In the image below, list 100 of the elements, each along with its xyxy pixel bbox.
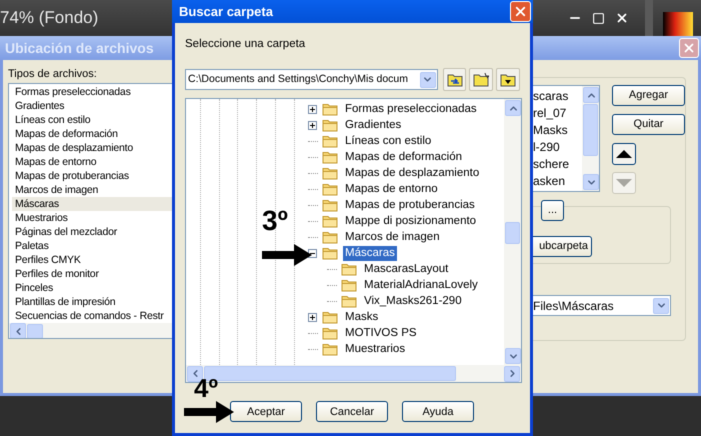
folder-icon bbox=[322, 230, 338, 244]
folder-icon bbox=[341, 278, 357, 292]
list-item[interactable]: rel_07 bbox=[533, 105, 582, 122]
folder-icon bbox=[322, 326, 338, 340]
tree-item[interactable]: Máscaras bbox=[343, 246, 397, 261]
triangle-down-icon bbox=[616, 179, 632, 187]
folder-icon bbox=[322, 310, 338, 324]
tree-item[interactable]: Mapas de protuberancias bbox=[343, 198, 477, 213]
tree-item[interactable]: MOTIVOS PS bbox=[343, 326, 419, 341]
folder-icon bbox=[322, 102, 338, 116]
tree-item[interactable]: MascarasLayout bbox=[362, 262, 450, 277]
folder-icon bbox=[322, 198, 338, 212]
tree-item[interactable]: Formas preseleccionadas bbox=[343, 102, 479, 117]
dialog-button[interactable]: Cancelar bbox=[316, 401, 388, 422]
scrollbar-thumb[interactable] bbox=[583, 104, 598, 156]
list-item[interactable]: Mapas de deformación bbox=[12, 127, 172, 141]
list-item[interactable]: Gradientes bbox=[12, 99, 172, 113]
list-item[interactable]: Mapas de entorno bbox=[12, 155, 172, 169]
close-button[interactable] bbox=[510, 1, 531, 22]
folder-icon bbox=[341, 294, 357, 308]
list-item[interactable]: asken bbox=[533, 173, 582, 190]
tree-item[interactable]: Mappe di posizionamento bbox=[343, 214, 478, 229]
tree-item[interactable]: Masks bbox=[343, 310, 380, 325]
tree-item[interactable]: Muestrarios bbox=[343, 342, 408, 357]
list-item[interactable]: Masks bbox=[533, 122, 582, 139]
color-picker[interactable] bbox=[663, 12, 693, 36]
folder-icon bbox=[341, 262, 357, 276]
scrollbar-thumb[interactable] bbox=[27, 324, 43, 338]
remove-button[interactable]: Quitar bbox=[612, 114, 685, 135]
list-item[interactable]: Perfiles CMYK bbox=[12, 253, 172, 267]
tree-item[interactable]: Mapas de deformación bbox=[343, 150, 464, 165]
arrow-icon bbox=[184, 401, 234, 423]
list-item[interactable]: Páginas del mezclador bbox=[12, 225, 172, 239]
folder-icon bbox=[322, 118, 338, 132]
dialog-title: Ubicación de archivos bbox=[5, 38, 154, 58]
step-label: 4º bbox=[194, 374, 218, 402]
add-button[interactable]: Agregar bbox=[612, 85, 685, 106]
dialog-button[interactable]: Ayuda bbox=[402, 401, 474, 422]
folder-icon bbox=[322, 182, 338, 196]
expand-icon[interactable] bbox=[308, 120, 317, 130]
move-up-button[interactable] bbox=[612, 143, 636, 165]
expand-icon[interactable] bbox=[308, 104, 317, 114]
list-item[interactable]: Formas preseleccionadas bbox=[12, 85, 172, 99]
subfolder-button[interactable]: ubcarpeta bbox=[533, 236, 592, 257]
toolbar-button[interactable] bbox=[496, 68, 520, 92]
scroll-down-button[interactable] bbox=[583, 174, 599, 190]
scrollbar-thumb[interactable] bbox=[505, 222, 520, 244]
tree-item[interactable]: Mapas de desplazamiento bbox=[343, 166, 482, 181]
dropdown-button[interactable] bbox=[420, 72, 436, 88]
folder-icon bbox=[322, 342, 338, 356]
close-icon[interactable] bbox=[615, 11, 629, 25]
scroll-up-button[interactable] bbox=[583, 87, 599, 103]
dialog-title: Buscar carpeta bbox=[179, 2, 273, 21]
triangle-up-icon bbox=[616, 150, 632, 158]
folder-down-icon bbox=[500, 72, 516, 87]
scroll-left-button[interactable] bbox=[10, 323, 26, 338]
refresh-folder-icon bbox=[446, 72, 463, 87]
dialog-button[interactable]: Aceptar bbox=[230, 401, 302, 422]
folder-icon bbox=[322, 150, 338, 164]
tree-item[interactable]: Mapas de entorno bbox=[343, 182, 440, 197]
list-item[interactable]: Muestrarios bbox=[12, 211, 172, 225]
list-item[interactable]: schere bbox=[533, 156, 582, 173]
browse-button[interactable]: ... bbox=[541, 200, 564, 221]
field-label: Tipos de archivos: bbox=[8, 67, 97, 82]
close-icon bbox=[513, 4, 528, 19]
list-item[interactable]: Marcos de imagen bbox=[12, 183, 172, 197]
path-combo[interactable]: C:\Documents and Settings\Conchy\Mis docum bbox=[185, 69, 438, 90]
list-item[interactable]: Secuencias de comandos - Restr bbox=[12, 309, 172, 323]
list-item[interactable]: Plantillas de impresión bbox=[12, 295, 172, 309]
folder-icon bbox=[322, 214, 338, 228]
list-item[interactable]: l-290 bbox=[533, 139, 582, 156]
list-item[interactable]: Paletas bbox=[12, 239, 172, 253]
panel-edge bbox=[645, 0, 653, 36]
scroll-up-button[interactable] bbox=[505, 100, 521, 116]
folder-icon bbox=[322, 246, 338, 260]
dropdown-button[interactable] bbox=[653, 298, 669, 314]
scroll-right-button[interactable] bbox=[504, 366, 520, 382]
list-item[interactable]: Perfiles de monitor bbox=[12, 267, 172, 281]
list-item[interactable]: scaras bbox=[533, 88, 582, 105]
list-item[interactable]: Pinceles bbox=[12, 281, 172, 295]
tree-item[interactable]: MaterialAdrianaLovely bbox=[362, 278, 480, 293]
toolbar-button[interactable] bbox=[442, 68, 466, 92]
scroll-down-button[interactable] bbox=[505, 348, 521, 364]
folder-combo[interactable]: Files\Máscaras bbox=[533, 295, 671, 316]
maximize-icon[interactable] bbox=[592, 12, 605, 24]
prompt-text: Seleccione una carpeta bbox=[185, 37, 306, 52]
tree-item[interactable]: Líneas con estilo bbox=[343, 134, 434, 149]
step-label: 3º bbox=[262, 206, 288, 236]
toolbar-button[interactable] bbox=[469, 68, 494, 92]
list-item[interactable]: Máscaras bbox=[12, 197, 172, 211]
tree-item[interactable]: Gradientes bbox=[343, 118, 404, 133]
folder-icon bbox=[322, 166, 338, 180]
list-item[interactable]: Mapas de protuberancias bbox=[12, 169, 172, 183]
tree-item[interactable]: Marcos de imagen bbox=[343, 230, 442, 245]
folder-icon bbox=[322, 134, 338, 148]
list-item[interactable]: Mapas de desplazamiento bbox=[12, 141, 172, 155]
tree-item[interactable]: Vix_Masks261-290 bbox=[362, 294, 464, 309]
list-item[interactable]: Líneas con estilo bbox=[12, 113, 172, 127]
new-folder-icon bbox=[473, 72, 490, 87]
expand-icon[interactable] bbox=[308, 312, 317, 322]
